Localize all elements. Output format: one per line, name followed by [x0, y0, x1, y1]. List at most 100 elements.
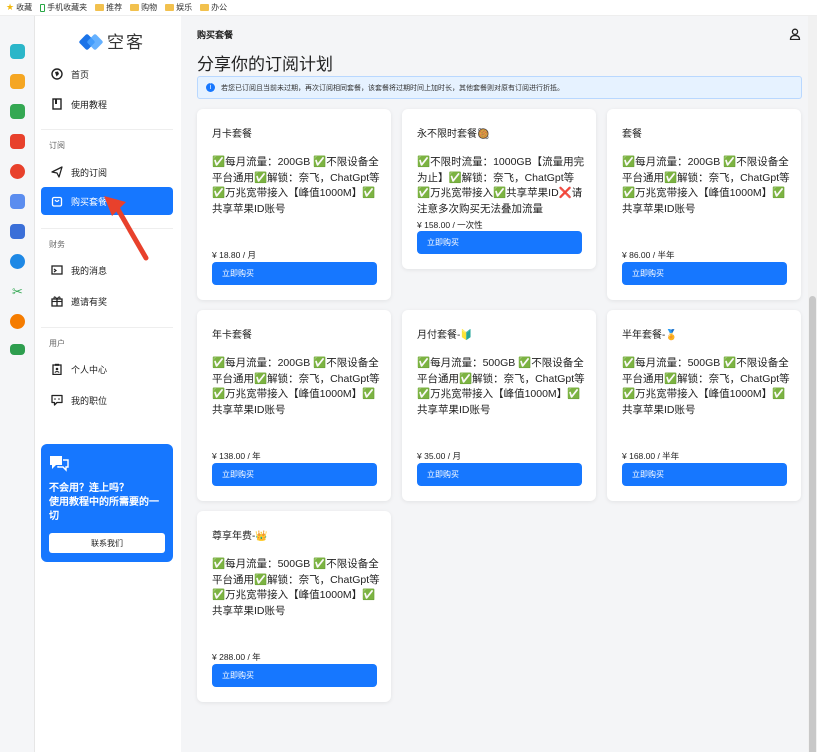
chat-bubble-icon — [49, 454, 165, 474]
sidebar-item-my-subscription[interactable]: 我的订阅 — [41, 158, 173, 186]
browser-side-dock: ✂ — [0, 16, 35, 752]
sidebar-item-label: 个人中心 — [71, 364, 108, 375]
folder-icon — [165, 4, 175, 11]
folder-icon — [130, 4, 140, 11]
plan-title: 月卡套餐 — [212, 129, 252, 140]
buy-now-button[interactable]: 立即购买 — [212, 664, 377, 687]
bookmark-entertainment[interactable]: 娱乐 — [165, 2, 192, 13]
shopping-bag-icon — [51, 195, 63, 207]
plan-price: ¥ 35.00 / 月 — [417, 451, 461, 461]
plan-description: ✅每月流量：500GB ✅不限设备全平台通用✅解锁：奈飞，ChatGpt等 ✅万… — [212, 558, 380, 617]
add-icon[interactable] — [10, 44, 25, 59]
bookmark-mobile[interactable]: 手机收藏夹 — [40, 2, 87, 13]
plan-price: ¥ 18.80 / 月 — [212, 250, 256, 260]
help-card: 不会用？连上吗？ 使用教程中的所需要的一切 联系我们 — [41, 444, 173, 562]
phone-icon — [40, 3, 46, 12]
logo-icon — [78, 33, 104, 50]
clipboard-icon — [51, 363, 63, 375]
sidebar-item-label: 我的职位 — [71, 395, 108, 406]
sidebar-item-label: 我的订阅 — [71, 167, 108, 178]
help-title: 不会用？连上吗？ — [49, 483, 129, 494]
plan-description: ✅每月流量：200GB ✅不限设备全平台通用✅解锁：奈飞，ChatGpt等✅万兆… — [622, 156, 790, 215]
notice-text: 若您已订阅且当前未过期，再次订阅相同套餐，该套餐将过期时间上加时长，其他套餐则对… — [221, 84, 564, 92]
plan-card: 半年套餐-🏅 ✅每月流量：500GB ✅不限设备全平台通用✅解锁：奈飞，Chat… — [607, 310, 801, 501]
help-body: 使用教程中的所需要的一切 — [49, 497, 159, 522]
book-icon — [51, 98, 63, 110]
divider — [41, 129, 173, 130]
plan-price: ¥ 86.00 / 半年 — [622, 250, 675, 260]
buy-now-button[interactable]: 立即购买 — [417, 463, 582, 486]
sidebar-item-label: 邀请有奖 — [71, 296, 108, 307]
plan-description: ✅每月流量：200GB ✅不限设备全平台通用✅解锁：奈飞，ChatGpt等✅万兆… — [212, 156, 380, 215]
plan-title: 套餐 — [622, 129, 642, 140]
annotation-arrow-icon — [104, 196, 149, 261]
scrollbar[interactable] — [808, 16, 817, 752]
notice-banner: i 若您已订阅且当前未过期，再次订阅相同套餐，该套餐将过期时间上加时长，其他套餐… — [197, 76, 802, 99]
pdf-icon[interactable] — [10, 134, 25, 149]
globe-icon — [51, 68, 63, 80]
scissors-icon[interactable]: ✂ — [10, 284, 25, 299]
page-title: 分享你的订阅计划 — [197, 55, 333, 74]
plan-card: 月卡套餐 ✅每月流量：200GB ✅不限设备全平台通用✅解锁：奈飞，ChatGp… — [197, 109, 391, 300]
main-content: 购买套餐 分享你的订阅计划 i 若您已订阅且当前未过期，再次订阅相同套餐，该套餐… — [181, 16, 817, 752]
plan-title: 月付套餐-🔰 — [417, 330, 473, 341]
buy-now-button[interactable]: 立即购买 — [212, 463, 377, 486]
sidebar-item-label: 首页 — [71, 69, 90, 80]
plan-card: 年卡套餐 ✅每月流量：200GB ✅不限设备全平台通用✅解锁：奈飞，ChatGp… — [197, 310, 391, 501]
buy-now-button[interactable]: 立即购买 — [622, 463, 787, 486]
bookmarks-bar: ★ 收藏 手机收藏夹 推荐 购物 娱乐 办公 — [0, 0, 817, 16]
bookmark-office[interactable]: 办公 — [200, 2, 227, 13]
message-icon — [51, 264, 63, 276]
app-sidebar: 空客 首页 使用教程 订阅 我的订阅 购买套餐 财务 我的消息 邀请有奖 用户 … — [35, 16, 181, 752]
bookmark-favorites[interactable]: ★ 收藏 — [6, 2, 32, 13]
app-name: 空客 — [107, 33, 145, 52]
divider — [41, 327, 173, 328]
app-icon[interactable] — [10, 254, 25, 269]
plan-title: 年卡套餐 — [212, 330, 252, 341]
section-label-user: 用户 — [49, 339, 65, 348]
plan-price: ¥ 168.00 / 半年 — [622, 451, 680, 461]
star-icon: ★ — [6, 2, 15, 12]
buy-now-button[interactable]: 立即购买 — [417, 231, 582, 254]
folder-icon — [200, 4, 210, 11]
plan-price: ¥ 288.00 / 年 — [212, 652, 261, 662]
plan-description: ✅不限时流量：1000GB【流量用完为止】✅解锁：奈飞，ChatGpt等✅万兆宽… — [417, 156, 585, 215]
translate-icon[interactable] — [10, 194, 25, 209]
send-icon — [51, 166, 63, 178]
document-icon[interactable] — [10, 224, 25, 239]
chat-icon — [51, 394, 63, 406]
sidebar-item-my-tickets[interactable]: 我的职位 — [41, 386, 173, 414]
sidebar-item-tutorial[interactable]: 使用教程 — [41, 90, 173, 118]
plan-card: 尊享年费-👑 ✅每月流量：500GB ✅不限设备全平台通用✅解锁：奈飞，Chat… — [197, 511, 391, 702]
image-icon[interactable] — [10, 104, 25, 119]
gift-icon — [51, 295, 63, 307]
section-label-finance: 财务 — [49, 240, 65, 249]
user-icon[interactable] — [789, 28, 801, 40]
breadcrumb: 购买套餐 — [197, 30, 234, 40]
buy-now-button[interactable]: 立即购买 — [212, 262, 377, 285]
weibo-icon[interactable] — [10, 164, 25, 179]
plan-card: 月付套餐-🔰 ✅每月流量：500GB ✅不限设备全平台通用✅解锁：奈飞，Chat… — [402, 310, 596, 501]
plan-description: ✅每月流量：200GB ✅不限设备全平台通用✅解锁：奈飞，ChatGpt等✅万兆… — [212, 357, 380, 416]
sidebar-item-home[interactable]: 首页 — [41, 60, 173, 88]
sidebar-item-label: 使用教程 — [71, 99, 108, 110]
weibo-orange-icon[interactable] — [10, 314, 25, 329]
buy-now-button[interactable]: 立即购买 — [622, 262, 787, 285]
sidebar-item-invite[interactable]: 邀请有奖 — [41, 287, 173, 315]
folder-icon — [95, 4, 105, 11]
bookmark-recommend[interactable]: 推荐 — [95, 2, 122, 13]
bookmark-shopping[interactable]: 购物 — [130, 2, 157, 13]
plan-title: 半年套餐-🏅 — [622, 330, 678, 341]
favorites-icon[interactable] — [10, 74, 25, 89]
mail-icon[interactable] — [10, 344, 25, 355]
plan-description: ✅每月流量：500GB ✅不限设备全平台通用✅解锁：奈飞，ChatGpt等 ✅万… — [622, 357, 790, 416]
plan-title: 永不限时套餐🥘 — [417, 129, 490, 140]
plan-card: 套餐 ✅每月流量：200GB ✅不限设备全平台通用✅解锁：奈飞，ChatGpt等… — [607, 109, 801, 300]
info-icon: i — [206, 83, 215, 92]
sidebar-item-profile[interactable]: 个人中心 — [41, 355, 173, 383]
contact-us-button[interactable]: 联系我们 — [49, 533, 165, 553]
plan-price: ¥ 138.00 / 年 — [212, 451, 261, 461]
plan-card: 永不限时套餐🥘 ✅不限时流量：1000GB【流量用完为止】✅解锁：奈飞，Chat… — [402, 109, 596, 269]
app-logo[interactable]: 空客 — [78, 28, 145, 53]
scrollbar-thumb[interactable] — [809, 296, 816, 752]
